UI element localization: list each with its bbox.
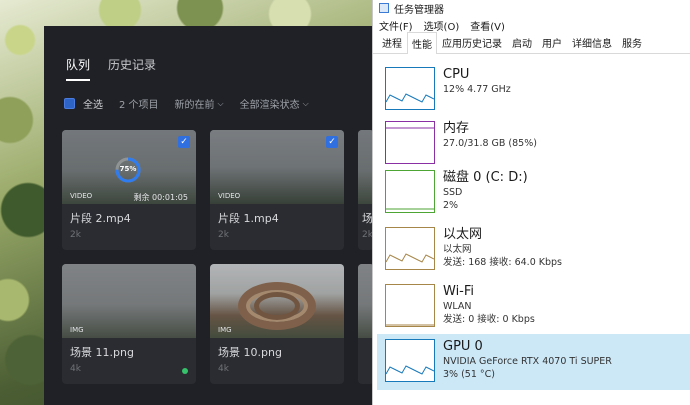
task-manager-icon (379, 3, 389, 13)
perf-detail: 3% (51 °C) (443, 369, 495, 380)
queue-card[interactable]: IMG 场景 10.png 4k (210, 264, 344, 384)
tab-details[interactable]: 详细信息 (567, 31, 617, 53)
perf-detail: NVIDIA GeForce RTX 4070 Ti SUPER (443, 356, 612, 367)
perf-title: Wi-Fi (443, 284, 475, 299)
memory-usage-graph (385, 121, 435, 164)
window-title: 任务管理器 (394, 4, 444, 16)
file-name: 片段 2.mp4 (70, 212, 131, 225)
resolution: 2k (218, 230, 229, 240)
file-name: 片段 1.mp4 (218, 212, 279, 225)
perf-detail: 27.0/31.8 GB (85%) (443, 138, 537, 149)
ethernet-usage-graph (385, 227, 435, 270)
tab-processes[interactable]: 进程 (377, 31, 407, 53)
checkmark-icon[interactable]: ✓ (178, 136, 190, 148)
perf-title: 以太网 (443, 227, 483, 242)
perf-title: CPU (443, 67, 470, 82)
chevron-down-icon: ⌵ (302, 98, 309, 108)
file-name: 场景 10.png (218, 346, 282, 359)
type-tag: VIDEO (218, 192, 241, 200)
perf-item-gpu[interactable]: GPU 0 NVIDIA GeForce RTX 4070 Ti SUPER 3% … (377, 334, 690, 390)
perf-detail: 发送: 168 接收: 64.0 Kbps (443, 257, 563, 268)
gpu-sparkline (386, 365, 434, 375)
perf-detail: SSD (443, 187, 463, 198)
tab-services[interactable]: 服务 (617, 31, 647, 53)
done-status-icon (182, 368, 188, 374)
tab-users[interactable]: 用户 (537, 31, 567, 53)
queue-card[interactable]: 75% ✓ VIDEO 剩余 00:01:05 片段 2.mp4 2k (62, 130, 196, 250)
sort-dropdown[interactable]: 新的在前 ⌵ (174, 96, 224, 112)
type-tag: IMG (218, 326, 232, 334)
chevron-down-icon: ⌵ (217, 98, 224, 108)
checkmark-icon[interactable]: ✓ (326, 136, 338, 148)
tab-startup[interactable]: 启动 (507, 31, 537, 53)
perf-detail: 12% 4.77 GHz (443, 84, 511, 95)
cpu-usage-graph (385, 67, 435, 110)
perf-text: Wi-Fi WLAN 发送: 0 接收: 0 Kbps (443, 284, 535, 326)
tm-tab-bar: 进程 性能 应用历史记录 启动 用户 详细信息 服务 (373, 31, 690, 54)
resolution: 2k (70, 230, 81, 240)
perf-item-disk[interactable]: 磁盘 0 (C: D:) SSD 2% (377, 165, 690, 220)
queue-card[interactable]: ✓ VIDEO 片段 1.mp4 2k (210, 130, 344, 250)
select-all-label: 全选 (83, 100, 103, 111)
title-bar[interactable]: 任务管理器 (373, 0, 690, 16)
queue-tabs: 队列 历史记录 (66, 56, 156, 81)
perf-title: 磁盘 0 (C: D:) (443, 170, 528, 185)
filter-dropdown[interactable]: 全部渲染状态 ⌵ (239, 96, 309, 112)
perf-text: 磁盘 0 (C: D:) SSD 2% (443, 170, 528, 212)
sort-label: 新的在前 (174, 100, 215, 111)
task-manager-window: 任务管理器 文件(F) 选项(O) 查看(V) 进程 性能 应用历史记录 启动 … (372, 0, 690, 405)
perf-item-wifi[interactable]: Wi-Fi WLAN 发送: 0 接收: 0 Kbps (377, 279, 690, 334)
perf-text: CPU 12% 4.77 GHz (443, 67, 511, 96)
perf-detail: 2% (443, 200, 459, 211)
perf-item-cpu[interactable]: CPU 12% 4.77 GHz (377, 62, 690, 117)
type-tag: IMG (70, 326, 84, 334)
render-queue-window: 队列 历史记录 全选 2 个项目 新的在前 ⌵ 全部渲染状态 ⌵ 75% ✓ V… (44, 26, 374, 405)
perf-detail: WLAN (443, 301, 472, 312)
tab-history[interactable]: 历史记录 (108, 56, 156, 81)
resolution: 4k (218, 364, 229, 374)
gpu-usage-graph (385, 339, 435, 382)
perf-title: 内存 (443, 121, 470, 136)
perf-title: GPU 0 (443, 339, 483, 354)
perf-item-ethernet[interactable]: 以太网 以太网 发送: 168 接收: 64.0 Kbps (377, 222, 690, 277)
disk-usage-graph (385, 170, 435, 213)
perf-item-memory[interactable]: 内存 27.0/31.8 GB (85%) (377, 116, 690, 166)
perf-detail: 发送: 0 接收: 0 Kbps (443, 314, 535, 325)
select-all-checkbox[interactable]: 全选 (64, 96, 103, 111)
tab-app-history[interactable]: 应用历史记录 (437, 31, 507, 53)
remaining-time: 剩余 00:01:05 (133, 193, 188, 202)
perf-text: GPU 0 NVIDIA GeForce RTX 4070 Ti SUPER 3% … (443, 339, 612, 381)
queue-card[interactable]: IMG 场景 11.png 4k (62, 264, 196, 384)
filter-label: 全部渲染状态 (239, 100, 300, 111)
tab-queue[interactable]: 队列 (66, 56, 91, 81)
file-name: 场景 11.png (70, 346, 134, 359)
queue-toolbar: 全选 2 个项目 新的在前 ⌵ 全部渲染状态 ⌵ (64, 96, 325, 111)
perf-detail: 以太网 (443, 244, 472, 255)
wifi-usage-graph (385, 284, 435, 327)
checkbox-icon (64, 98, 75, 109)
progress-percent: 75% (119, 165, 137, 173)
resolution: 4k (70, 364, 81, 374)
item-count: 2 个项目 (119, 100, 159, 111)
type-tag: VIDEO (70, 192, 93, 200)
perf-text: 内存 27.0/31.8 GB (85%) (443, 121, 537, 150)
cpu-sparkline (386, 93, 434, 103)
ethernet-sparkline (386, 253, 434, 263)
tab-performance[interactable]: 性能 (407, 32, 437, 54)
perf-text: 以太网 以太网 发送: 168 接收: 64.0 Kbps (443, 227, 562, 269)
